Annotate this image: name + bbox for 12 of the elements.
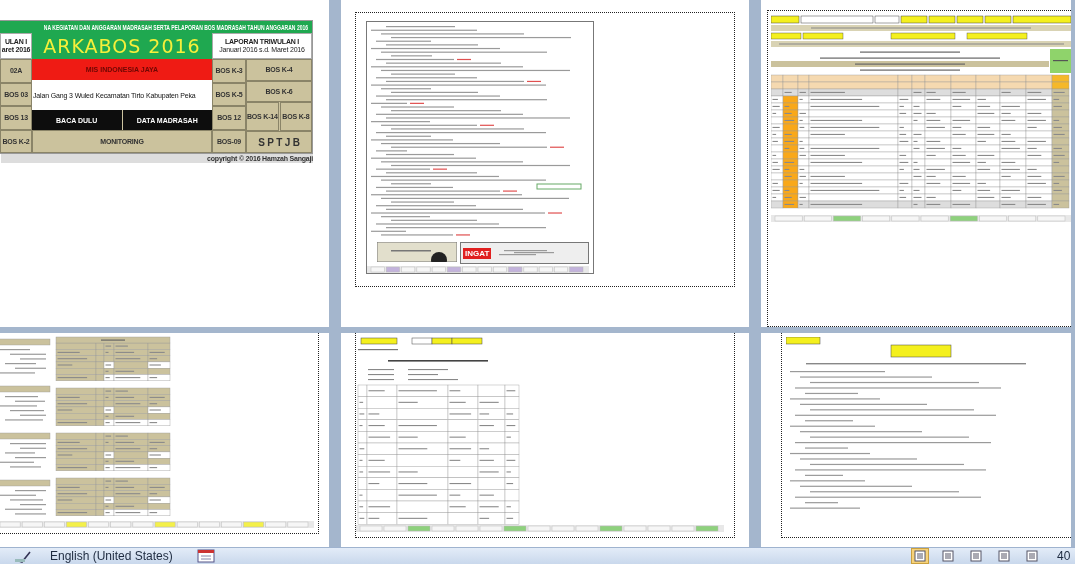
- calendar-icon[interactable]: [196, 549, 215, 563]
- menu-button[interactable]: S P T J B: [246, 131, 312, 153]
- view-mode-icon[interactable]: [939, 548, 957, 564]
- logo-title: ARKABOS 2016: [32, 33, 212, 59]
- view-mode-icon[interactable]: [1023, 548, 1041, 564]
- view-mode-icon[interactable]: [911, 548, 929, 564]
- view-mode-icon[interactable]: [967, 548, 985, 564]
- language-label[interactable]: English (United States): [50, 549, 173, 563]
- zoom-level[interactable]: 40: [1057, 549, 1075, 563]
- warning-label: INGAT: [463, 247, 492, 259]
- view-mode-icon[interactable]: [995, 548, 1013, 564]
- proofing-check-icon[interactable]: [14, 549, 32, 563]
